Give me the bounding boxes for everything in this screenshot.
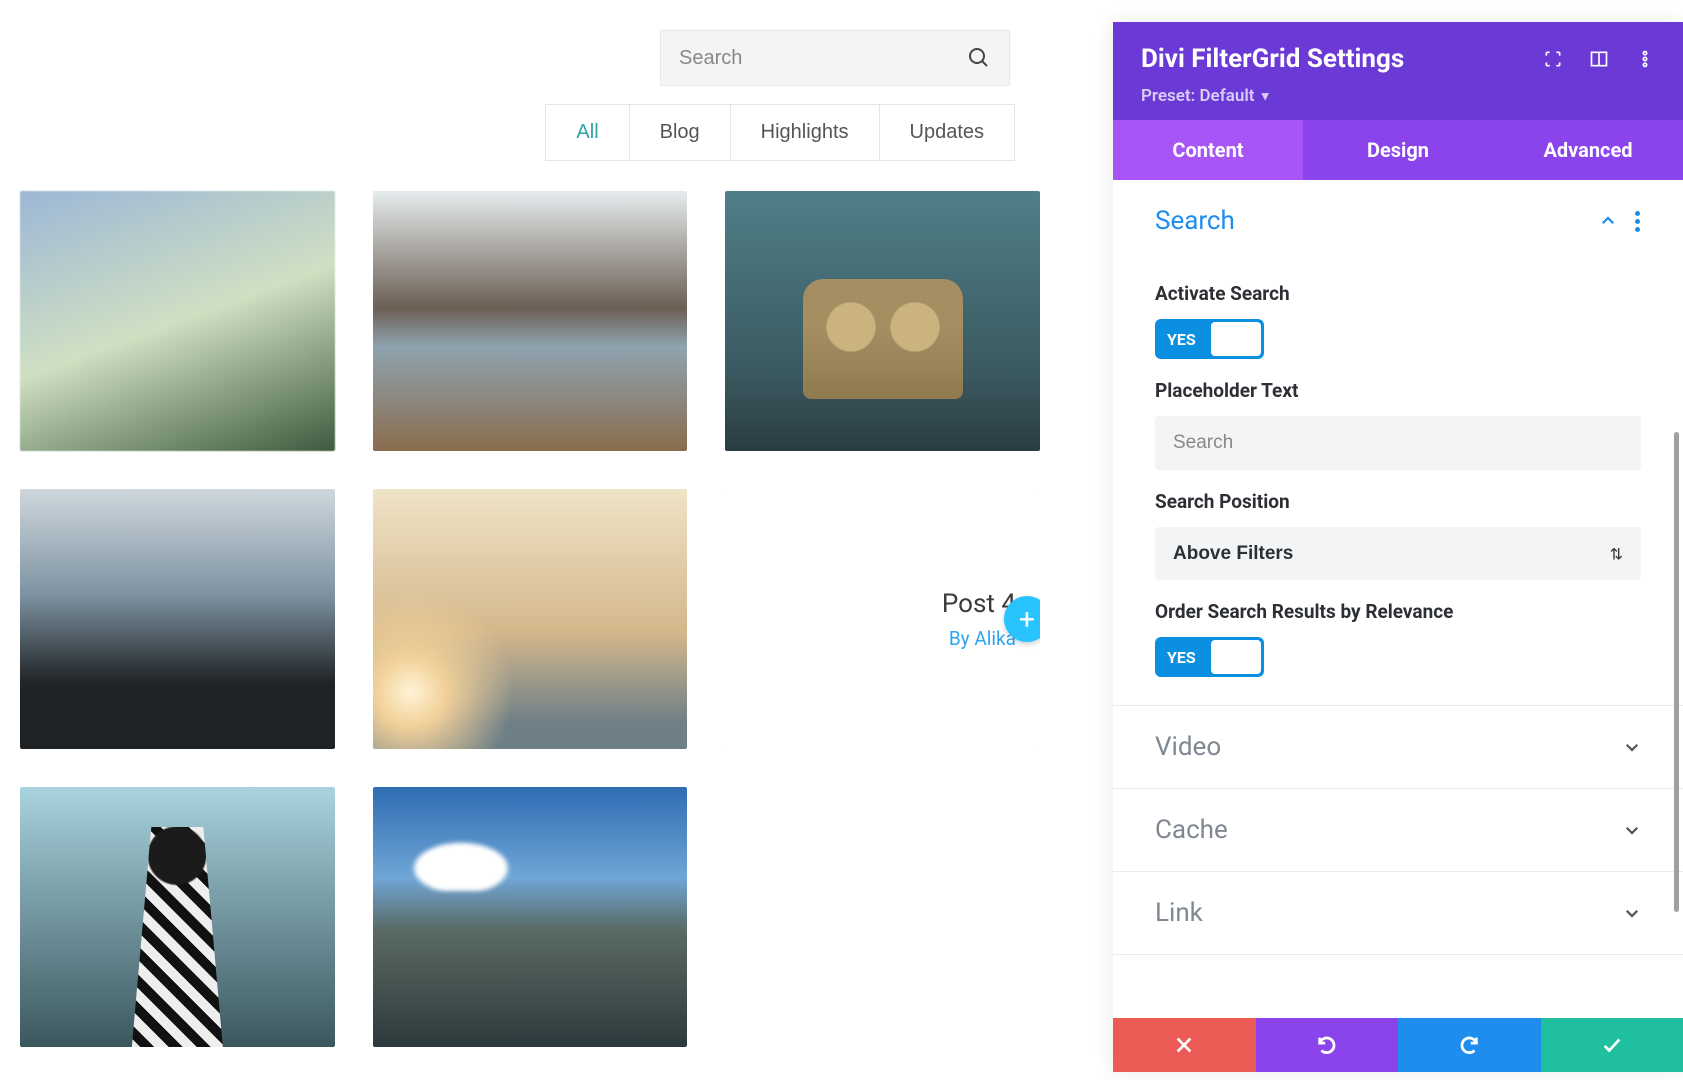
undo-button[interactable] — [1256, 1018, 1399, 1072]
grid-tile-hovered[interactable]: Post 4 By Alika + — [725, 489, 1040, 749]
filter-row: All Blog Highlights Updates — [545, 104, 1015, 161]
label-placeholder-text: Placeholder Text — [1155, 379, 1641, 402]
grid-tile[interactable] — [20, 787, 335, 1047]
scrollbar-thumb[interactable] — [1674, 432, 1679, 912]
grid-tile[interactable] — [373, 787, 688, 1047]
expand-icon[interactable] — [1543, 49, 1563, 69]
tab-content[interactable]: Content — [1113, 120, 1303, 180]
close-icon — [1173, 1034, 1195, 1056]
thumbnail-grid: Post 4 By Alika + — [20, 191, 1040, 1047]
grid-search-input[interactable] — [679, 47, 967, 70]
columns-icon[interactable] — [1589, 49, 1609, 69]
hover-meta-prefix: By — [949, 627, 975, 650]
label-activate-search: Activate Search — [1155, 282, 1641, 305]
chevron-up-icon — [1599, 212, 1617, 230]
section-title: Search — [1155, 206, 1235, 236]
panel-title: Divi FilterGrid Settings — [1141, 44, 1404, 74]
chevron-down-icon — [1623, 904, 1641, 922]
search-icon — [967, 46, 991, 70]
input-placeholder-text[interactable] — [1155, 416, 1641, 470]
redo-icon — [1458, 1034, 1480, 1056]
toggle-knob — [1211, 322, 1261, 356]
settings-panel: Divi FilterGrid Settings Preset: Default… — [1113, 22, 1683, 1072]
filter-blog[interactable]: Blog — [630, 105, 731, 160]
grid-tile[interactable] — [373, 489, 688, 749]
caret-down-icon: ▼ — [1259, 90, 1272, 105]
filter-highlights[interactable]: Highlights — [731, 105, 880, 160]
section-title: Video — [1155, 732, 1221, 762]
toggle-knob — [1211, 640, 1261, 674]
section-title: Link — [1155, 898, 1203, 928]
preset-selector[interactable]: Preset: Default ▼ — [1141, 86, 1655, 106]
section-video: Video — [1113, 706, 1683, 789]
grid-tile[interactable] — [373, 191, 688, 451]
filter-updates[interactable]: Updates — [880, 105, 1015, 160]
section-more-icon[interactable] — [1635, 211, 1641, 232]
close-button[interactable] — [1113, 1018, 1256, 1072]
redo-button[interactable] — [1398, 1018, 1541, 1072]
panel-header: Divi FilterGrid Settings Preset: Default… — [1113, 22, 1683, 120]
label-order-relevance: Order Search Results by Relevance — [1155, 600, 1641, 623]
toggle-activate-search[interactable]: YES — [1155, 319, 1264, 359]
chevron-down-icon — [1623, 738, 1641, 756]
label-search-position: Search Position — [1155, 490, 1641, 513]
panel-footer — [1113, 1018, 1683, 1072]
hover-card: Post 4 By Alika + — [725, 489, 1040, 749]
tab-design[interactable]: Design — [1303, 120, 1493, 180]
section-link: Link — [1113, 872, 1683, 955]
toggle-order-relevance[interactable]: YES — [1155, 637, 1264, 677]
grid-search-bar[interactable] — [660, 30, 1010, 86]
section-cache: Cache — [1113, 789, 1683, 872]
plus-icon: + — [1019, 603, 1035, 636]
toggle-value: YES — [1155, 648, 1208, 667]
grid-tile[interactable] — [725, 191, 1040, 451]
panel-body[interactable]: Search Activate Search YES Placeholder T… — [1113, 180, 1683, 1018]
section-search-header[interactable]: Search — [1113, 180, 1683, 262]
preset-label: Preset: Default — [1141, 86, 1254, 106]
check-icon — [1601, 1034, 1623, 1056]
chevron-down-icon — [1623, 821, 1641, 839]
more-icon[interactable] — [1635, 49, 1655, 69]
tab-advanced[interactable]: Advanced — [1493, 120, 1683, 180]
confirm-button[interactable] — [1541, 1018, 1683, 1072]
preview-area: All Blog Highlights Updates Post 4 By Al… — [0, 0, 1060, 1077]
section-search: Search Activate Search YES Placeholder T… — [1113, 180, 1683, 706]
section-title: Cache — [1155, 815, 1228, 845]
panel-tabs: Content Design Advanced — [1113, 120, 1683, 180]
grid-tile[interactable] — [20, 489, 335, 749]
toggle-value: YES — [1155, 330, 1208, 349]
undo-icon — [1316, 1034, 1338, 1056]
filter-all[interactable]: All — [546, 105, 629, 160]
section-video-header[interactable]: Video — [1113, 706, 1683, 788]
grid-tile[interactable] — [20, 191, 335, 451]
select-search-position[interactable]: Above Filters — [1155, 527, 1641, 580]
section-cache-header[interactable]: Cache — [1113, 789, 1683, 871]
section-link-header[interactable]: Link — [1113, 872, 1683, 954]
